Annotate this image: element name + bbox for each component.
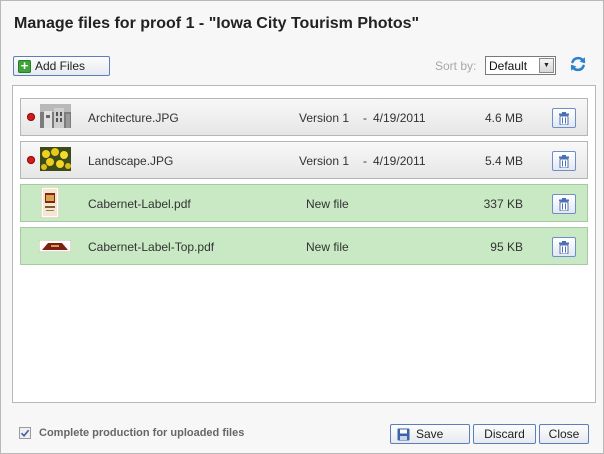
trash-icon [559, 197, 569, 211]
file-list: Architecture.JPG Version 1 - 4/19/2011 4… [12, 85, 596, 403]
file-status: New file [306, 197, 349, 211]
file-row-cabernet-label[interactable]: Cabernet-Label.pdf New file 337 KB [20, 184, 588, 222]
cabernet-label-top-thumbnail [39, 240, 71, 252]
file-status: New file [306, 240, 349, 254]
version-date-separator: - [363, 111, 367, 125]
add-files-button[interactable]: + Add Files [13, 56, 110, 76]
dialog-title: Manage files for proof 1 - "Iowa City To… [14, 15, 420, 32]
status-dot-icon [27, 113, 35, 121]
delete-button[interactable] [552, 194, 576, 214]
plus-icon: + [18, 59, 31, 73]
file-date: 4/19/2011 [373, 111, 426, 125]
file-version: Version 1 [299, 154, 350, 168]
delete-button[interactable] [552, 151, 576, 171]
dropdown-arrow-icon: ▼ [539, 58, 554, 73]
add-files-label: Add Files [35, 59, 86, 73]
checkmark-icon [20, 429, 30, 438]
trash-icon [559, 111, 569, 125]
file-name: Cabernet-Label.pdf [88, 197, 191, 211]
file-name: Architecture.JPG [88, 111, 179, 125]
file-name: Cabernet-Label-Top.pdf [88, 240, 215, 254]
file-row-landscape[interactable]: Landscape.JPG Version 1 - 4/19/2011 5.4 … [20, 141, 588, 179]
refresh-icon [570, 56, 586, 72]
trash-icon [559, 240, 569, 254]
file-size: 95 KB [490, 240, 523, 254]
architecture-thumbnail [40, 104, 71, 128]
delete-button[interactable] [552, 237, 576, 257]
landscape-thumbnail [40, 147, 71, 171]
complete-production-checkbox[interactable] [19, 427, 31, 439]
close-button[interactable]: Close [539, 424, 589, 444]
complete-production-label: Complete production for uploaded files [39, 427, 245, 439]
file-version: Version 1 [299, 111, 350, 125]
file-name: Landscape.JPG [88, 154, 174, 168]
refresh-button[interactable] [568, 54, 588, 74]
status-dot-icon [27, 156, 35, 164]
discard-button[interactable]: Discard [473, 424, 536, 444]
cabernet-label-thumbnail [41, 187, 59, 218]
save-button[interactable]: Save [390, 424, 470, 444]
sort-select[interactable]: Default ▼ [485, 56, 556, 75]
save-label: Save [416, 427, 444, 441]
sort-by-label: Sort by: [435, 59, 477, 73]
file-size: 4.6 MB [484, 111, 523, 125]
file-date: 4/19/2011 [373, 154, 426, 168]
sort-selected-value: Default [489, 58, 528, 73]
save-icon [397, 428, 410, 440]
trash-icon [559, 154, 569, 168]
delete-button[interactable] [552, 108, 576, 128]
manage-files-dialog: Manage files for proof 1 - "Iowa City To… [0, 0, 604, 454]
file-row-architecture[interactable]: Architecture.JPG Version 1 - 4/19/2011 4… [20, 98, 588, 136]
version-date-separator: - [363, 154, 367, 168]
file-size: 5.4 MB [484, 154, 523, 168]
file-row-cabernet-label-top[interactable]: Cabernet-Label-Top.pdf New file 95 KB [20, 227, 588, 265]
file-size: 337 KB [483, 197, 523, 211]
